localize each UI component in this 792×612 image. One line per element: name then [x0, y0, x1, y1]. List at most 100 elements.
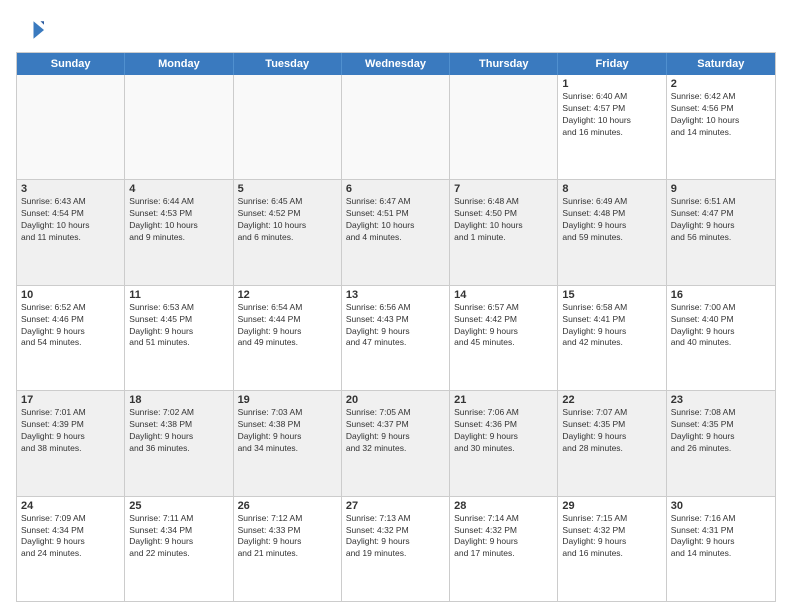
day-info: Sunrise: 6:49 AM Sunset: 4:48 PM Dayligh… [562, 196, 661, 244]
day-cell-11: 11Sunrise: 6:53 AM Sunset: 4:45 PM Dayli… [125, 286, 233, 390]
logo-icon [16, 16, 44, 44]
day-info: Sunrise: 7:15 AM Sunset: 4:32 PM Dayligh… [562, 513, 661, 561]
day-info: Sunrise: 7:11 AM Sunset: 4:34 PM Dayligh… [129, 513, 228, 561]
header [16, 16, 776, 44]
day-number: 22 [562, 394, 661, 406]
day-number: 30 [671, 500, 771, 512]
day-number: 24 [21, 500, 120, 512]
day-cell-6: 6Sunrise: 6:47 AM Sunset: 4:51 PM Daylig… [342, 180, 450, 284]
day-info: Sunrise: 6:53 AM Sunset: 4:45 PM Dayligh… [129, 302, 228, 350]
day-info: Sunrise: 6:58 AM Sunset: 4:41 PM Dayligh… [562, 302, 661, 350]
day-info: Sunrise: 6:42 AM Sunset: 4:56 PM Dayligh… [671, 91, 771, 139]
day-cell-9: 9Sunrise: 6:51 AM Sunset: 4:47 PM Daylig… [667, 180, 775, 284]
day-cell-27: 27Sunrise: 7:13 AM Sunset: 4:32 PM Dayli… [342, 497, 450, 601]
day-info: Sunrise: 6:54 AM Sunset: 4:44 PM Dayligh… [238, 302, 337, 350]
day-number: 6 [346, 183, 445, 195]
day-info: Sunrise: 7:09 AM Sunset: 4:34 PM Dayligh… [21, 513, 120, 561]
day-cell-17: 17Sunrise: 7:01 AM Sunset: 4:39 PM Dayli… [17, 391, 125, 495]
day-info: Sunrise: 6:40 AM Sunset: 4:57 PM Dayligh… [562, 91, 661, 139]
day-cell-2: 2Sunrise: 6:42 AM Sunset: 4:56 PM Daylig… [667, 75, 775, 179]
day-info: Sunrise: 7:06 AM Sunset: 4:36 PM Dayligh… [454, 407, 553, 455]
day-cell-1: 1Sunrise: 6:40 AM Sunset: 4:57 PM Daylig… [558, 75, 666, 179]
day-number: 20 [346, 394, 445, 406]
day-number: 21 [454, 394, 553, 406]
day-info: Sunrise: 6:57 AM Sunset: 4:42 PM Dayligh… [454, 302, 553, 350]
calendar-body: 1Sunrise: 6:40 AM Sunset: 4:57 PM Daylig… [17, 75, 775, 601]
day-cell-13: 13Sunrise: 6:56 AM Sunset: 4:43 PM Dayli… [342, 286, 450, 390]
calendar-row-3: 10Sunrise: 6:52 AM Sunset: 4:46 PM Dayli… [17, 286, 775, 391]
page: SundayMondayTuesdayWednesdayThursdayFrid… [0, 0, 792, 612]
day-number: 3 [21, 183, 120, 195]
day-number: 26 [238, 500, 337, 512]
day-number: 15 [562, 289, 661, 301]
calendar-row-2: 3Sunrise: 6:43 AM Sunset: 4:54 PM Daylig… [17, 180, 775, 285]
day-info: Sunrise: 6:45 AM Sunset: 4:52 PM Dayligh… [238, 196, 337, 244]
day-cell-12: 12Sunrise: 6:54 AM Sunset: 4:44 PM Dayli… [234, 286, 342, 390]
day-info: Sunrise: 6:47 AM Sunset: 4:51 PM Dayligh… [346, 196, 445, 244]
day-info: Sunrise: 7:12 AM Sunset: 4:33 PM Dayligh… [238, 513, 337, 561]
logo [16, 16, 48, 44]
day-number: 1 [562, 78, 661, 90]
day-cell-8: 8Sunrise: 6:49 AM Sunset: 4:48 PM Daylig… [558, 180, 666, 284]
day-number: 8 [562, 183, 661, 195]
day-info: Sunrise: 7:00 AM Sunset: 4:40 PM Dayligh… [671, 302, 771, 350]
day-cell-22: 22Sunrise: 7:07 AM Sunset: 4:35 PM Dayli… [558, 391, 666, 495]
day-info: Sunrise: 7:16 AM Sunset: 4:31 PM Dayligh… [671, 513, 771, 561]
day-cell-26: 26Sunrise: 7:12 AM Sunset: 4:33 PM Dayli… [234, 497, 342, 601]
day-info: Sunrise: 6:56 AM Sunset: 4:43 PM Dayligh… [346, 302, 445, 350]
calendar-header: SundayMondayTuesdayWednesdayThursdayFrid… [17, 53, 775, 75]
day-number: 19 [238, 394, 337, 406]
day-info: Sunrise: 7:08 AM Sunset: 4:35 PM Dayligh… [671, 407, 771, 455]
day-cell-21: 21Sunrise: 7:06 AM Sunset: 4:36 PM Dayli… [450, 391, 558, 495]
day-number: 23 [671, 394, 771, 406]
day-number: 10 [21, 289, 120, 301]
day-cell-28: 28Sunrise: 7:14 AM Sunset: 4:32 PM Dayli… [450, 497, 558, 601]
day-cell-25: 25Sunrise: 7:11 AM Sunset: 4:34 PM Dayli… [125, 497, 233, 601]
empty-cell [125, 75, 233, 179]
calendar-row-5: 24Sunrise: 7:09 AM Sunset: 4:34 PM Dayli… [17, 497, 775, 601]
weekday-header-wednesday: Wednesday [342, 53, 450, 75]
day-cell-3: 3Sunrise: 6:43 AM Sunset: 4:54 PM Daylig… [17, 180, 125, 284]
day-info: Sunrise: 6:48 AM Sunset: 4:50 PM Dayligh… [454, 196, 553, 244]
day-number: 27 [346, 500, 445, 512]
day-cell-10: 10Sunrise: 6:52 AM Sunset: 4:46 PM Dayli… [17, 286, 125, 390]
day-info: Sunrise: 6:43 AM Sunset: 4:54 PM Dayligh… [21, 196, 120, 244]
day-cell-29: 29Sunrise: 7:15 AM Sunset: 4:32 PM Dayli… [558, 497, 666, 601]
weekday-header-sunday: Sunday [17, 53, 125, 75]
day-number: 7 [454, 183, 553, 195]
day-cell-23: 23Sunrise: 7:08 AM Sunset: 4:35 PM Dayli… [667, 391, 775, 495]
day-number: 17 [21, 394, 120, 406]
day-cell-5: 5Sunrise: 6:45 AM Sunset: 4:52 PM Daylig… [234, 180, 342, 284]
day-number: 4 [129, 183, 228, 195]
day-number: 18 [129, 394, 228, 406]
day-info: Sunrise: 7:05 AM Sunset: 4:37 PM Dayligh… [346, 407, 445, 455]
day-info: Sunrise: 6:44 AM Sunset: 4:53 PM Dayligh… [129, 196, 228, 244]
day-info: Sunrise: 6:52 AM Sunset: 4:46 PM Dayligh… [21, 302, 120, 350]
day-number: 9 [671, 183, 771, 195]
empty-cell [342, 75, 450, 179]
day-info: Sunrise: 7:01 AM Sunset: 4:39 PM Dayligh… [21, 407, 120, 455]
day-cell-16: 16Sunrise: 7:00 AM Sunset: 4:40 PM Dayli… [667, 286, 775, 390]
day-number: 28 [454, 500, 553, 512]
empty-cell [234, 75, 342, 179]
day-number: 11 [129, 289, 228, 301]
calendar: SundayMondayTuesdayWednesdayThursdayFrid… [16, 52, 776, 602]
day-number: 12 [238, 289, 337, 301]
day-info: Sunrise: 7:14 AM Sunset: 4:32 PM Dayligh… [454, 513, 553, 561]
day-cell-4: 4Sunrise: 6:44 AM Sunset: 4:53 PM Daylig… [125, 180, 233, 284]
day-number: 14 [454, 289, 553, 301]
day-number: 16 [671, 289, 771, 301]
day-info: Sunrise: 7:13 AM Sunset: 4:32 PM Dayligh… [346, 513, 445, 561]
day-cell-18: 18Sunrise: 7:02 AM Sunset: 4:38 PM Dayli… [125, 391, 233, 495]
day-number: 25 [129, 500, 228, 512]
day-number: 13 [346, 289, 445, 301]
day-number: 29 [562, 500, 661, 512]
day-number: 2 [671, 78, 771, 90]
day-info: Sunrise: 7:02 AM Sunset: 4:38 PM Dayligh… [129, 407, 228, 455]
day-cell-19: 19Sunrise: 7:03 AM Sunset: 4:38 PM Dayli… [234, 391, 342, 495]
day-cell-14: 14Sunrise: 6:57 AM Sunset: 4:42 PM Dayli… [450, 286, 558, 390]
day-cell-24: 24Sunrise: 7:09 AM Sunset: 4:34 PM Dayli… [17, 497, 125, 601]
empty-cell [450, 75, 558, 179]
day-cell-20: 20Sunrise: 7:05 AM Sunset: 4:37 PM Dayli… [342, 391, 450, 495]
day-number: 5 [238, 183, 337, 195]
